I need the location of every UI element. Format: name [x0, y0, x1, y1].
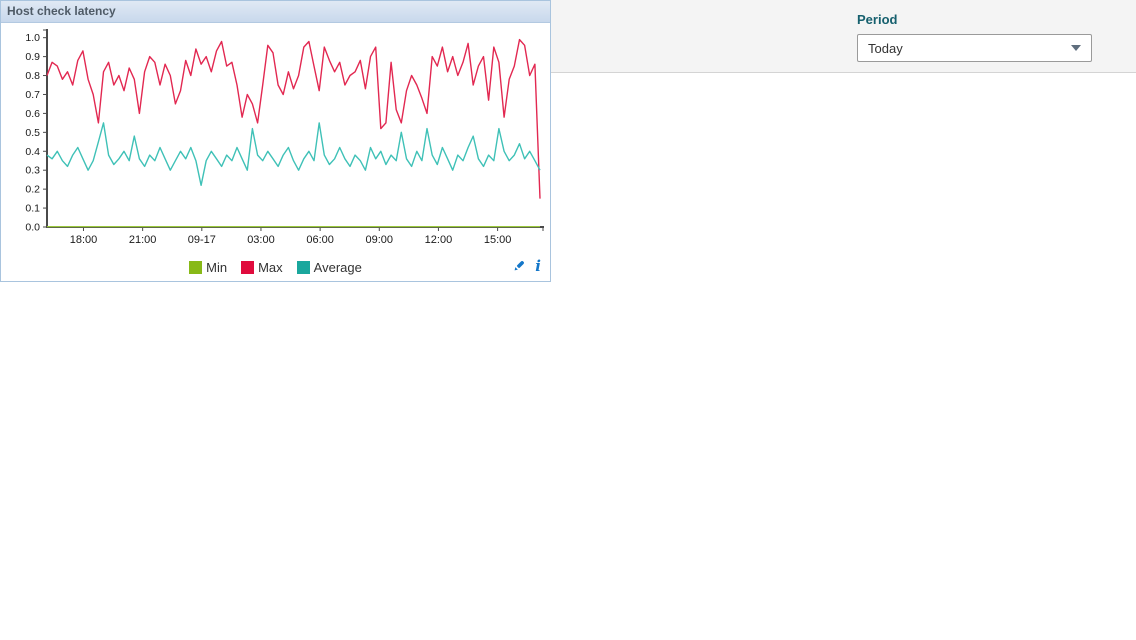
chevron-down-icon — [1071, 45, 1081, 51]
chart-title: Host check latency — [1, 1, 550, 23]
svg-text:1.0: 1.0 — [25, 32, 40, 44]
period-select[interactable]: Today — [857, 34, 1092, 62]
svg-text:0.4: 0.4 — [25, 146, 40, 158]
svg-text:21:00: 21:00 — [129, 234, 157, 246]
chart-legend: Min Max Average i — [1, 254, 550, 281]
info-icon[interactable]: i — [535, 259, 541, 273]
svg-text:0.2: 0.2 — [25, 184, 40, 196]
legend-swatch — [297, 261, 310, 274]
svg-text:0.0: 0.0 — [25, 222, 40, 234]
svg-text:03:00: 03:00 — [247, 234, 275, 246]
edit-pencil-icon[interactable] — [512, 259, 526, 273]
svg-text:09-17: 09-17 — [188, 234, 216, 246]
legend-item: Average — [297, 260, 362, 275]
svg-text:0.6: 0.6 — [25, 108, 40, 120]
svg-text:09:00: 09:00 — [366, 234, 394, 246]
chart-canvas: 0.0 0.1 0.2 0.3 0.4 0.5 0.6 0.7 0.8 0.9 1.0 18:00 21… — [1, 23, 550, 249]
legend-item: Max — [241, 260, 283, 275]
series-Average — [47, 123, 540, 185]
svg-text:12:00: 12:00 — [425, 234, 453, 246]
series-Max — [47, 40, 540, 199]
legend-label: Min — [206, 260, 227, 275]
svg-text:0.3: 0.3 — [25, 165, 40, 177]
chart-panel-host-check-latency: Host check latency 0.0 0.1 0.2 0.3 0.4 0.5 0.6… — [0, 0, 551, 282]
legend-swatch — [189, 261, 202, 274]
legend-item: Min — [189, 260, 227, 275]
legend-label: Max — [258, 260, 283, 275]
period-select-value: Today — [868, 41, 903, 56]
svg-text:0.7: 0.7 — [25, 89, 40, 101]
svg-text:0.9: 0.9 — [25, 51, 40, 63]
svg-text:06:00: 06:00 — [306, 234, 334, 246]
legend-swatch — [241, 261, 254, 274]
svg-text:0.8: 0.8 — [25, 70, 40, 82]
svg-text:15:00: 15:00 — [484, 234, 512, 246]
svg-text:18:00: 18:00 — [70, 234, 98, 246]
svg-text:0.5: 0.5 — [25, 127, 40, 139]
period-label: Period — [857, 12, 1092, 27]
svg-text:0.1: 0.1 — [25, 203, 40, 215]
legend-label: Average — [314, 260, 362, 275]
period-filter: Period Today — [857, 12, 1092, 62]
chart-actions: i — [512, 259, 541, 273]
